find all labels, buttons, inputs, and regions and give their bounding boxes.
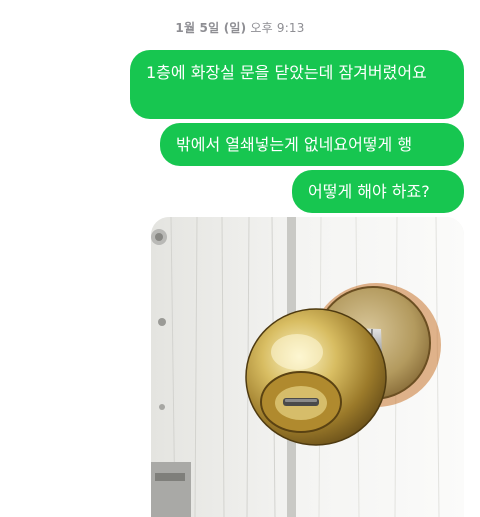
message-timestamp: 1월 5일 (일) 오후 9:13 <box>0 19 480 36</box>
timestamp-time: 오후 9:13 <box>250 21 305 35</box>
message-text: 1층에 화장실 문을 닫았는데 잠겨버렸어요 <box>146 63 427 82</box>
timestamp-date: 1월 5일 (일) <box>175 21 247 35</box>
message-text: 어떻게 해야 하죠? <box>308 182 430 201</box>
photo-attachment[interactable] <box>151 217 464 517</box>
sent-message-bubble[interactable]: 어떻게 해야 하죠? <box>292 170 464 213</box>
door-knob-photo <box>151 217 464 517</box>
chat-thread[interactable]: 1월 5일 (일) 오후 9:13 1층에 화장실 문을 닫았는데 잠겨버렸어요… <box>0 0 480 517</box>
sent-message-bubble[interactable]: 1층에 화장실 문을 닫았는데 잠겨버렸어요 <box>130 50 464 119</box>
sent-message-bubble[interactable]: 밖에서 열쇄넣는게 없네요어떻게 행 <box>160 123 464 166</box>
message-text: 밖에서 열쇄넣는게 없네요어떻게 행 <box>176 135 413 154</box>
